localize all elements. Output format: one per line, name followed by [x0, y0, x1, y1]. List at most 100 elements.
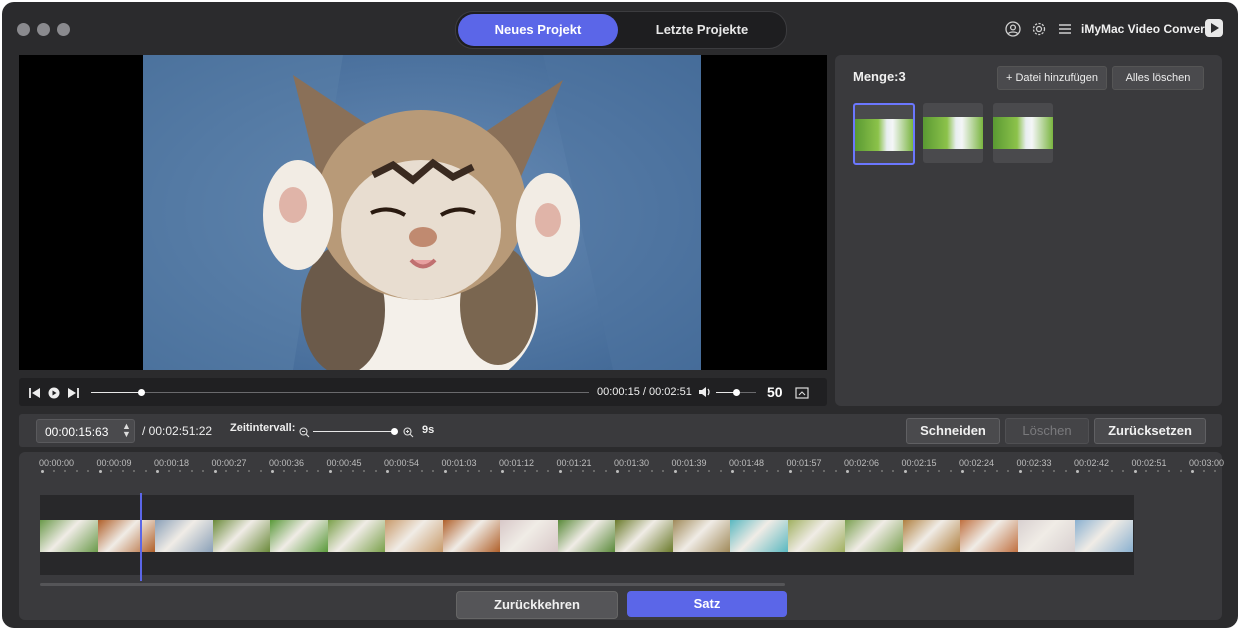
skip-forward-icon[interactable]: [67, 386, 79, 404]
frame-thumbnail: [385, 520, 443, 552]
timeline-tick-mark: [995, 470, 998, 472]
video-preview[interactable]: [19, 55, 827, 370]
timeline-tick-mark: [949, 470, 952, 472]
timeline-tick-label: 00:00:18: [154, 458, 190, 468]
close-window-button[interactable]: [17, 23, 30, 36]
back-button[interactable]: Zurückkehren: [456, 591, 618, 619]
timeline-tick-mark: [501, 470, 504, 473]
media-thumbnail[interactable]: [853, 103, 915, 165]
timeline-tick-mark: [593, 470, 595, 472]
timeline-tick-mark: [903, 470, 907, 473]
seek-track[interactable]: [91, 389, 589, 396]
timeline-tick-mark: [811, 470, 814, 472]
clip-strip[interactable]: [40, 493, 1134, 581]
volume-handle[interactable]: [733, 389, 740, 396]
timeline-tick-mark: [834, 470, 837, 472]
zoom-in-icon[interactable]: [403, 425, 414, 443]
interval-slider[interactable]: [313, 428, 398, 435]
app-title: iMyMac Video Converter: [1081, 22, 1221, 36]
trim-toolbar: 00:00:15:63 ▲ ▼ / 00:02:51:22 Zeitinterva…: [19, 414, 1222, 447]
timeline-tick-mark: [121, 470, 124, 472]
timeline-tick-label: 00:02:24: [959, 458, 995, 468]
volume-icon[interactable]: [698, 385, 712, 404]
timeline-tick-mark: [386, 470, 389, 473]
frame-thumbnail: [97, 520, 155, 552]
menu-icon[interactable]: [1057, 21, 1073, 37]
timeline-tick-mark: [800, 470, 802, 472]
zoom-out-icon[interactable]: [299, 425, 310, 443]
timeline-tick-label: 00:01:21: [556, 458, 592, 468]
timeline-tick-label: 00:00:27: [211, 458, 247, 468]
frame-thumbnails: [40, 520, 1134, 552]
timeline-tick-mark: [190, 470, 193, 472]
seek-handle[interactable]: [137, 389, 145, 396]
frame-thumbnail: [845, 520, 903, 552]
frame-thumbnail: [1075, 520, 1133, 552]
delete-button[interactable]: Löschen: [1005, 418, 1089, 444]
timeline-tick-label: 00:01:48: [729, 458, 765, 468]
frame-thumbnail: [730, 520, 788, 552]
timeline-tick-mark: [420, 470, 423, 472]
playback-time: 00:00:15 / 00:02:51: [597, 386, 692, 398]
tab-recent-projects[interactable]: Letzte Projekte: [620, 14, 784, 46]
timeline-tick-mark: [685, 470, 687, 472]
play-icon[interactable]: [48, 386, 60, 404]
timeline-tick-mark: [1179, 470, 1182, 472]
timeline-tick-mark: [765, 470, 768, 472]
timeline-tick-mark: [443, 470, 447, 473]
timeline-tick-mark: [754, 470, 756, 472]
minimize-window-button[interactable]: [37, 23, 50, 36]
timeline-tick-mark: [305, 470, 308, 472]
timeline-tick-mark: [524, 470, 526, 472]
volume-slider[interactable]: [716, 389, 756, 396]
zoom-window-button[interactable]: [57, 23, 70, 36]
timeline-tick-label: 00:01:12: [499, 458, 535, 468]
reset-button[interactable]: Zurücksetzen: [1094, 418, 1206, 444]
timeline-tick-label: 00:00:00: [39, 458, 75, 468]
user-icon[interactable]: [1005, 21, 1021, 37]
cut-button[interactable]: Schneiden: [906, 418, 1000, 444]
media-thumbnail[interactable]: [923, 103, 983, 163]
timeline-tick-label: 00:00:54: [384, 458, 420, 468]
timeline-tick-mark: [616, 470, 619, 473]
clear-all-button[interactable]: Alles löschen: [1112, 66, 1204, 90]
timeline-tick-mark: [1030, 470, 1032, 472]
timeline-tick-mark: [823, 470, 825, 472]
apply-button[interactable]: Satz: [627, 591, 787, 617]
interval-value: 9s: [422, 424, 435, 436]
timeline-tick-mark: [363, 470, 365, 472]
add-file-button[interactable]: + Datei hinzufügen: [997, 66, 1107, 90]
interval-handle[interactable]: [391, 428, 398, 435]
timeline-scrollbar[interactable]: [40, 583, 785, 586]
timeline-tick-label: 00:02:06: [844, 458, 880, 468]
skip-back-icon[interactable]: [29, 386, 41, 404]
timeline-tick-mark: [225, 470, 227, 472]
timeline-tick-mark: [75, 470, 78, 472]
app-window: Neues Projekt Letzte Projekte iMyMac Vid…: [2, 2, 1238, 628]
timeline-tick-mark: [202, 470, 204, 472]
timeline-tick-label: 00:01:39: [671, 458, 707, 468]
frame-thumbnail: [500, 520, 558, 552]
media-thumbnail[interactable]: [993, 103, 1053, 163]
timeline-tick-mark: [926, 470, 929, 472]
file-count: Menge:3: [853, 69, 906, 84]
current-time-input[interactable]: 00:00:15:63: [36, 419, 135, 443]
playhead[interactable]: [140, 493, 142, 581]
timeline-tick-mark: [179, 470, 181, 472]
timeline-tick-mark: [144, 470, 147, 472]
screenshot-icon[interactable]: [795, 386, 809, 404]
timeline-tick-mark: [558, 470, 562, 473]
app-logo: [1205, 19, 1223, 37]
timeline-tick-mark: [961, 470, 964, 473]
time-stepper-icon[interactable]: ▲ ▼: [122, 422, 131, 439]
timeline-tick-mark: [110, 470, 112, 472]
seek-progress: [91, 392, 141, 393]
gear-icon[interactable]: [1031, 21, 1047, 37]
tab-new-project[interactable]: Neues Projekt: [458, 14, 618, 46]
timeline-tick-mark: [846, 470, 849, 473]
timeline-tick-mark: [1214, 470, 1216, 472]
timeline-tick-mark: [271, 470, 274, 473]
timeline-tick-mark: [512, 470, 515, 472]
timeline-tick-mark: [570, 470, 572, 472]
frame-thumbnail: [902, 520, 960, 552]
